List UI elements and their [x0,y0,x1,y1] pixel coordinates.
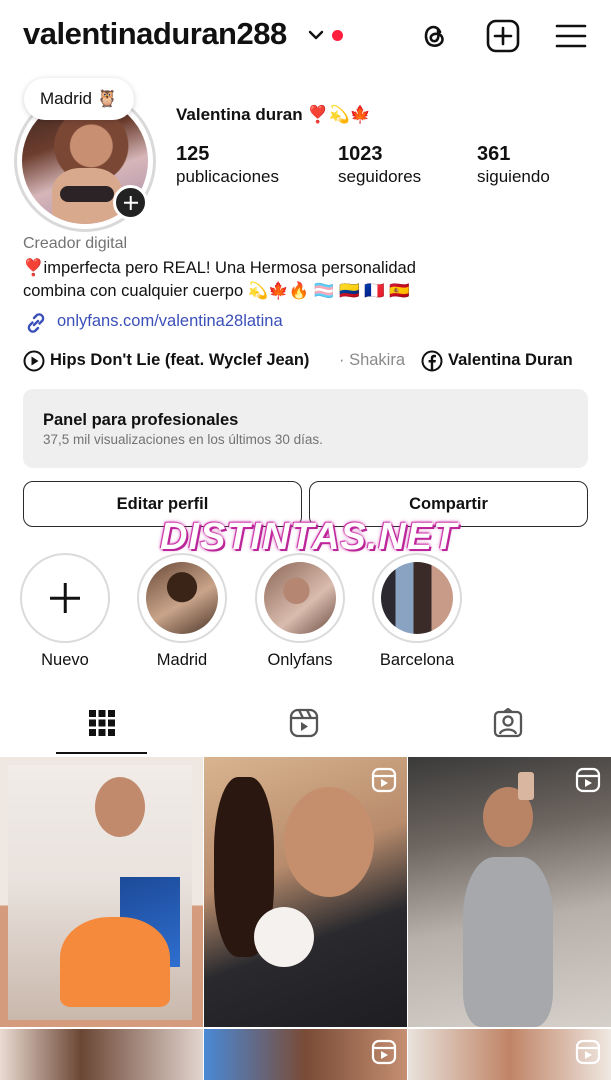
highlight-new[interactable]: Nuevo [19,553,111,670]
notification-dot [332,30,343,41]
post-thumbnail[interactable] [408,1029,611,1080]
highlight-label: Onlyfans [267,651,333,669]
post-photo-head [95,777,145,837]
reel-icon [371,1039,397,1065]
facebook-icon[interactable] [421,350,443,372]
following-count[interactable]: 361 [477,143,510,166]
music-title[interactable]: Hips Don't Lie (feat. Wyclef Jean) [50,351,309,370]
post-photo-phone [518,772,534,800]
grid-icon[interactable] [87,708,117,738]
post-thumbnail[interactable] [204,757,407,1027]
highlight-barcelona[interactable]: Barcelona [371,553,463,670]
post-photo-bodysuit [463,857,553,1027]
play-circle-icon[interactable] [23,350,45,372]
post-thumbnail[interactable] [408,757,611,1027]
posts-label[interactable]: publicaciones [176,167,279,187]
highlight-cover [146,562,218,634]
highlight-ring [255,553,345,643]
highlight-cover [264,562,336,634]
music-artist[interactable]: · Shakira [339,351,405,370]
following-label[interactable]: siguiendo [477,167,550,187]
post-photo-top [254,907,314,967]
highlight-label: Barcelona [379,651,455,669]
avatar-photo-detail [60,186,114,202]
top-bar: valentinaduran288 [0,0,611,72]
followers-count[interactable]: 1023 [338,143,383,166]
bio-line: ❣️imperfecta pero REAL! Una Hermosa pers… [23,259,416,277]
post-thumbnail[interactable] [0,1029,203,1080]
highlight-madrid[interactable]: Madrid [136,553,228,670]
dashboard-subtitle: 37,5 mil visualizaciones en los últimos … [43,432,323,447]
posts-count[interactable]: 125 [176,143,209,166]
reel-icon [575,767,601,793]
highlight-cover [381,562,453,634]
facebook-name[interactable]: Valentina Duran [448,351,573,370]
full-name: Valentina duran ❣️💫🍁 [176,105,371,124]
professional-dashboard[interactable]: Panel para profesionales 37,5 mil visual… [23,389,588,468]
highlight-label: Nuevo [41,651,89,669]
category-label: Creador digital [23,235,128,252]
reels-icon[interactable] [289,708,319,738]
bio-line: combina con cualquier cuerpo 💫🍁🔥 🏳️‍⚧️ 🇨… [23,282,410,300]
music-row: Hips Don't Lie (feat. Wyclef Jean) · Sha… [23,348,593,374]
chevron-down-icon[interactable] [305,24,327,46]
plus-icon [63,583,67,613]
highlight-onlyfans[interactable]: Onlyfans [254,553,346,670]
reel-icon [371,767,397,793]
post-thumbnail[interactable] [204,1029,407,1080]
profile-note[interactable]: Madrid 🦉 [24,78,134,120]
profile-tabs [0,700,611,755]
highlight-ring [20,553,110,643]
link-text[interactable]: onlyfans.com/valentina28latina [57,312,283,331]
highlight-ring [137,553,227,643]
menu-icon[interactable] [553,18,589,54]
highlight-ring [372,553,462,643]
bio: ❣️imperfecta pero REAL! Una Hermosa pers… [23,257,593,303]
username[interactable]: valentinaduran288 [23,16,287,52]
dashboard-title: Panel para profesionales [43,411,239,429]
tagged-icon[interactable] [493,708,523,738]
add-story-button[interactable] [113,185,148,220]
post-photo-face [284,787,374,897]
link-icon [27,313,45,333]
reel-icon [575,1039,601,1065]
active-tab-indicator [56,752,147,754]
post-photo-dress [60,917,170,1007]
post-thumbnail[interactable] [0,757,203,1027]
followers-label[interactable]: seguidores [338,167,421,187]
threads-icon[interactable] [416,18,452,54]
highlight-label: Madrid [156,651,208,669]
create-post-icon[interactable] [485,18,521,54]
